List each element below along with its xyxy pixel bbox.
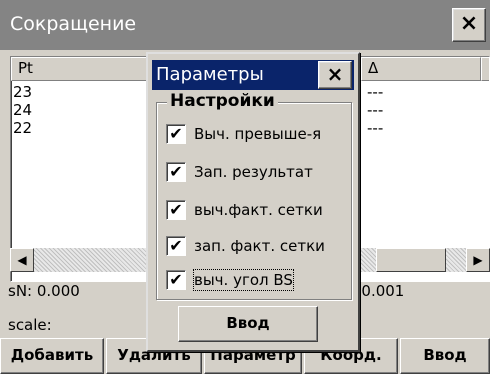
checkbox-save-grid-factor[interactable]: ✔ зап. факт. сетки <box>166 236 342 258</box>
checkbox-calc-elevation[interactable]: ✔ Выч. превыше-я <box>166 124 342 146</box>
dialog-title: Параметры <box>156 64 264 85</box>
window-close-button[interactable]: × <box>452 8 486 42</box>
add-button[interactable]: Добавить <box>0 338 104 374</box>
list-item[interactable]: 24 <box>13 101 32 119</box>
window-title: Сокращение <box>10 13 137 35</box>
scroll-right-icon[interactable]: ▶ <box>466 248 490 272</box>
list-item[interactable]: 22 <box>13 119 32 137</box>
list-cell: --- <box>367 101 384 119</box>
offset-value: -0.001 <box>356 282 405 300</box>
dialog-close-button[interactable]: × <box>318 61 352 89</box>
settings-group-label: Настройки <box>167 91 278 111</box>
column-header-4[interactable] <box>481 57 489 81</box>
enter-button[interactable]: Ввод <box>400 338 490 374</box>
checkbox-label: зап. факт. сетки <box>194 237 325 255</box>
list-cell: --- <box>367 83 384 101</box>
checkbox-label: Зап. результат <box>194 163 313 181</box>
checkbox-check-icon[interactable]: ✔ <box>166 162 186 182</box>
parameters-dialog: Параметры × Настройки ✔ Выч. превыше-я ✔… <box>146 52 360 352</box>
checkbox-check-icon[interactable]: ✔ <box>166 270 186 290</box>
checkbox-check-icon[interactable]: ✔ <box>166 236 186 256</box>
checkbox-label: выч. угол BS <box>193 269 294 291</box>
checkbox-label: выч.факт. сетки <box>194 201 323 219</box>
checkbox-check-icon[interactable]: ✔ <box>166 124 186 144</box>
dialog-ok-button[interactable]: Ввод <box>178 306 318 342</box>
scroll-left-icon[interactable]: ◀ <box>10 248 34 272</box>
checkbox-label: Выч. превыше-я <box>194 125 322 143</box>
column-header-delta[interactable]: Δ <box>361 57 481 81</box>
window-titlebar: Сокращение × <box>0 0 490 50</box>
scrollbar-thumb[interactable] <box>376 248 446 272</box>
list-cell: --- <box>367 119 384 137</box>
checkbox-check-icon[interactable]: ✔ <box>166 200 186 220</box>
checkbox-save-result[interactable]: ✔ Зап. результат <box>166 162 342 184</box>
dialog-titlebar: Параметры × <box>152 60 354 90</box>
checkbox-calc-bs-angle[interactable]: ✔ выч. угол BS <box>166 269 342 292</box>
sn-value: sN: 0.000 <box>8 282 80 300</box>
list-item[interactable]: 23 <box>13 83 32 101</box>
scale-label: scale: <box>8 316 52 334</box>
checkbox-calc-grid-factor[interactable]: ✔ выч.факт. сетки <box>166 200 342 222</box>
